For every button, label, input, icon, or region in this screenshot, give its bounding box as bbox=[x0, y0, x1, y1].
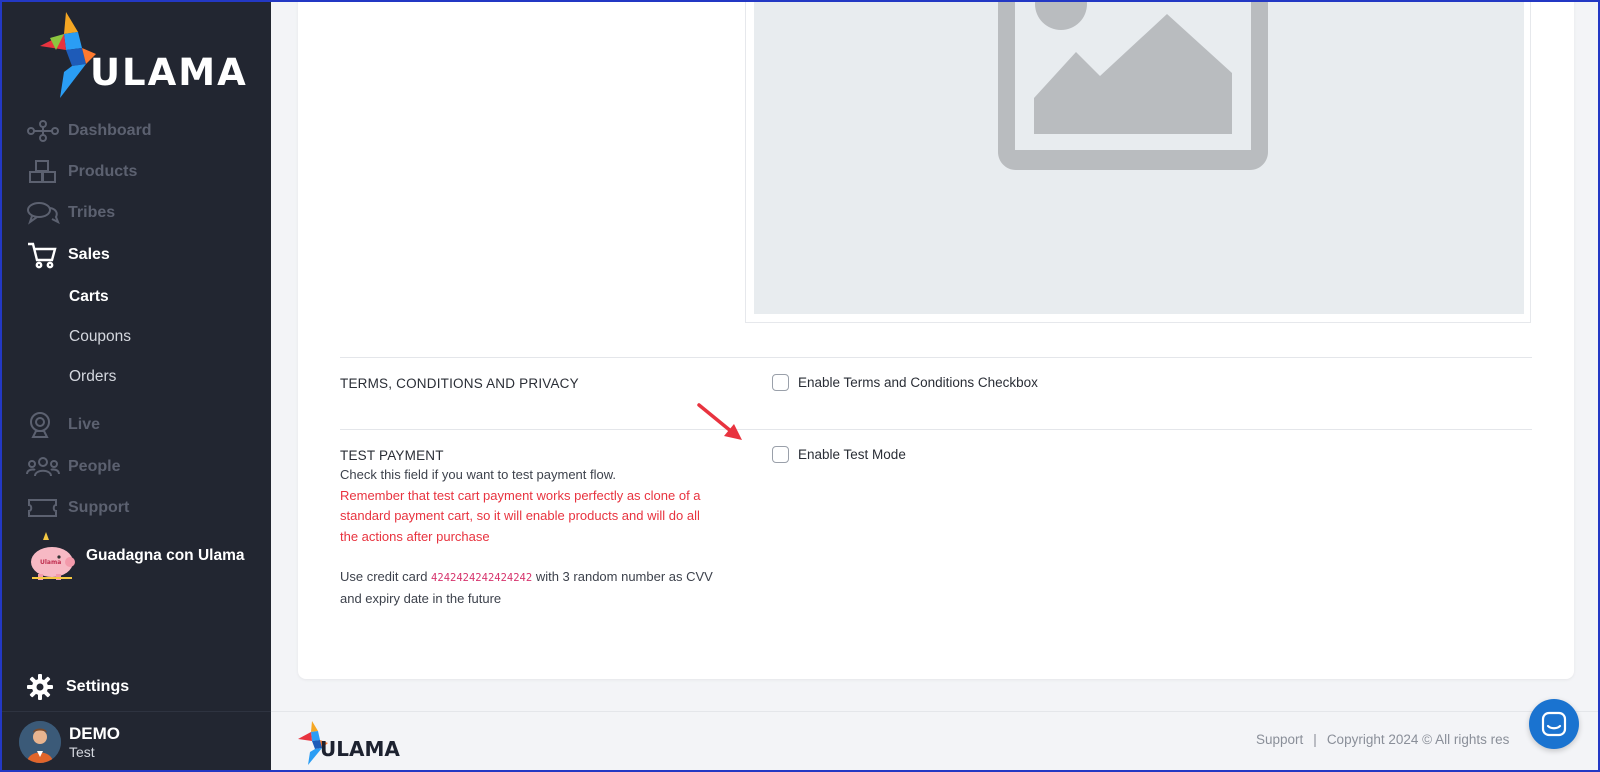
chat-icon bbox=[1541, 711, 1567, 737]
test-mode-checkbox-label: Enable Test Mode bbox=[798, 447, 906, 462]
settings-label: Settings bbox=[66, 678, 130, 695]
terms-section-title: TERMS, CONDITIONS AND PRIVACY bbox=[340, 376, 579, 391]
hummingbird-logo-icon bbox=[40, 12, 96, 98]
test-card-instructions: Use credit card 4242424242424242 with 3 … bbox=[340, 567, 720, 609]
brand-name: ULAMA bbox=[90, 51, 248, 94]
test-payment-warning: Remember that test cart payment works pe… bbox=[340, 487, 701, 544]
red-arrow-annotation bbox=[697, 403, 742, 440]
divider bbox=[340, 357, 1532, 358]
network-icon bbox=[26, 117, 60, 145]
sidebar-item-promo[interactable]: Ulama Guadagna con Ulama bbox=[26, 530, 244, 582]
sidebar-item-label: Live bbox=[68, 416, 101, 433]
terms-checkbox-row[interactable]: Enable Terms and Conditions Checkbox bbox=[772, 374, 1038, 391]
webcam-icon bbox=[26, 411, 60, 439]
test-card-number: 4242424242424242 bbox=[431, 572, 533, 584]
footer-links: Support | Copyright 2024 © All rights res bbox=[1256, 732, 1509, 747]
footer-copyright: Copyright 2024 © All rights res bbox=[1326, 732, 1510, 747]
svg-text:Ulama: Ulama bbox=[40, 559, 61, 566]
sidebar-item-sales[interactable]: Sales bbox=[26, 239, 110, 271]
user-profile[interactable]: DEMO Test bbox=[0, 711, 271, 772]
boxes-icon bbox=[26, 158, 60, 186]
sidebar-item-label: Products bbox=[68, 163, 138, 180]
test-payment-section-title: TEST PAYMENT bbox=[340, 448, 444, 463]
sidebar: ULAMA Dashboard Products Tribes Sales Ca… bbox=[0, 0, 271, 772]
avatar bbox=[19, 721, 61, 763]
gear-icon bbox=[26, 673, 58, 701]
piggy-bank-icon: Ulama bbox=[26, 530, 78, 582]
footer-separator: | bbox=[1313, 732, 1317, 747]
sidebar-subitem-carts[interactable]: Carts bbox=[69, 288, 109, 306]
sidebar-item-settings[interactable]: Settings bbox=[26, 673, 129, 701]
promo-label: Guadagna con Ulama bbox=[86, 547, 245, 564]
sidebar-item-label: Support bbox=[68, 499, 130, 516]
sidebar-item-products[interactable]: Products bbox=[26, 156, 137, 188]
sidebar-item-support[interactable]: Support bbox=[26, 492, 129, 524]
sidebar-item-dashboard[interactable]: Dashboard bbox=[26, 115, 152, 147]
footer: ULAMA Support | Copyright 2024 © All right… bbox=[271, 711, 1600, 772]
image-upload-box[interactable] bbox=[745, 0, 1531, 323]
footer-support-link[interactable]: Support bbox=[1256, 732, 1303, 747]
sidebar-item-people[interactable]: People bbox=[26, 451, 120, 483]
sidebar-item-label: Tribes bbox=[68, 204, 116, 221]
sidebar-item-live[interactable]: Live bbox=[26, 409, 100, 441]
ticket-icon bbox=[26, 494, 60, 522]
image-placeholder-icon bbox=[998, 0, 1268, 170]
test-payment-description: Check this field if you want to test pay… bbox=[340, 465, 720, 609]
image-placeholder bbox=[754, 0, 1524, 314]
sidebar-item-label: People bbox=[68, 458, 121, 475]
terms-checkbox[interactable] bbox=[772, 374, 789, 391]
chat-bubbles-icon bbox=[26, 199, 60, 227]
sidebar-subitem-orders[interactable]: Orders bbox=[69, 368, 116, 386]
footer-logo[interactable]: ULAMA bbox=[296, 720, 406, 766]
test-mode-checkbox-row[interactable]: Enable Test Mode bbox=[772, 446, 906, 463]
brand-logo[interactable]: ULAMA bbox=[36, 10, 246, 100]
test-payment-help: Check this field if you want to test pay… bbox=[340, 467, 617, 482]
sidebar-item-label: Sales bbox=[68, 246, 110, 263]
sidebar-item-tribes[interactable]: Tribes bbox=[26, 197, 115, 229]
settings-card: TERMS, CONDITIONS AND PRIVACY Enable Ter… bbox=[298, 0, 1574, 679]
card-prefix: Use credit card bbox=[340, 569, 428, 584]
cart-icon bbox=[26, 241, 60, 269]
test-mode-checkbox[interactable] bbox=[772, 446, 789, 463]
user-role: Test bbox=[69, 744, 95, 760]
terms-checkbox-label: Enable Terms and Conditions Checkbox bbox=[798, 375, 1038, 390]
footer-brand-name: ULAMA bbox=[320, 737, 400, 761]
sidebar-item-label: Dashboard bbox=[68, 122, 152, 139]
people-icon bbox=[26, 453, 60, 481]
main-content: TERMS, CONDITIONS AND PRIVACY Enable Ter… bbox=[271, 0, 1600, 772]
sidebar-subitem-coupons[interactable]: Coupons bbox=[69, 328, 131, 346]
user-name: DEMO bbox=[69, 724, 120, 743]
chat-launcher-button[interactable] bbox=[1529, 699, 1579, 749]
divider bbox=[340, 429, 1532, 430]
